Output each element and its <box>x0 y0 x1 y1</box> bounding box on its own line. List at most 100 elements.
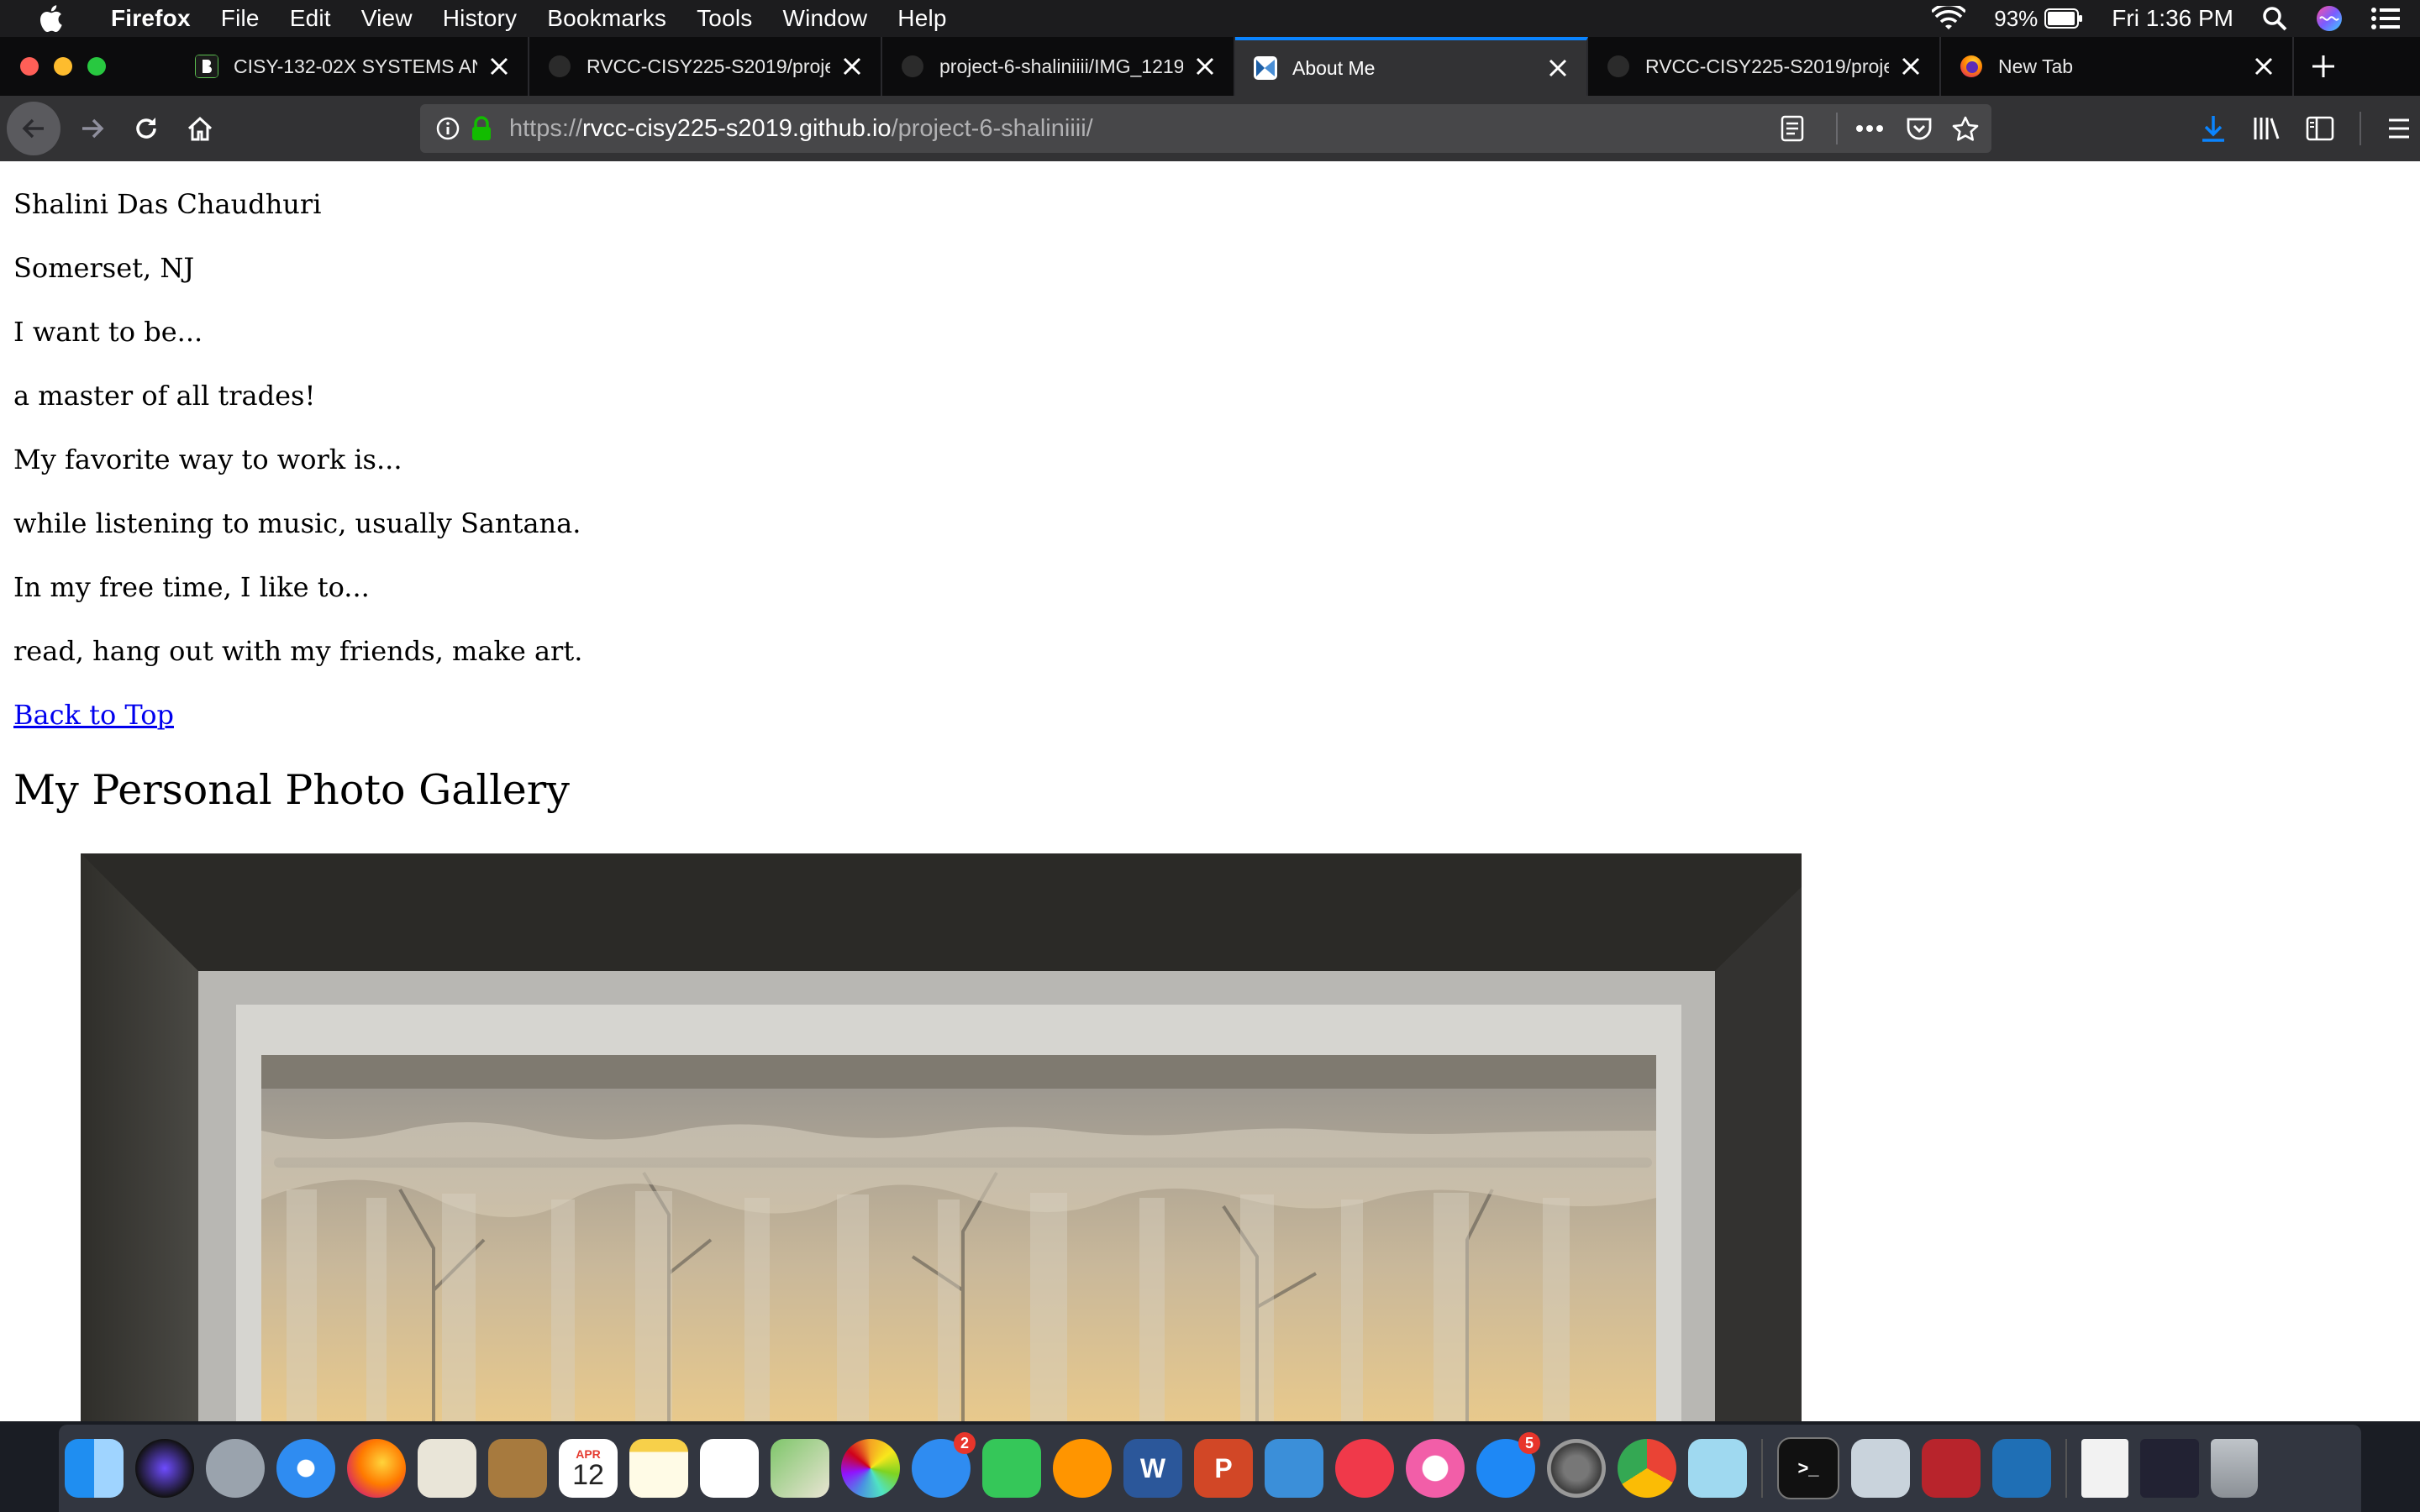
tab-project-6-image[interactable]: project-6-shaliniiii/IMG_1219 <box>882 37 1235 96</box>
siri-icon[interactable] <box>2316 5 2343 32</box>
close-window-button[interactable] <box>20 57 39 76</box>
tab-title: project-6-shaliniiii/IMG_1219 <box>939 55 1183 77</box>
finder-icon[interactable] <box>65 1439 124 1498</box>
downloads-icon[interactable] <box>2200 114 2227 143</box>
macos-dock: APR 12 2 W P 5 >_ <box>59 1425 2361 1512</box>
kindle-icon[interactable] <box>1688 1439 1747 1498</box>
hamburger-menu-icon[interactable] <box>2386 118 2412 139</box>
preview-icon[interactable] <box>418 1439 476 1498</box>
photos-icon[interactable] <box>841 1439 900 1498</box>
tab-rvcc-repo[interactable]: RVCC-CISY225-S2019/proje <box>529 37 882 96</box>
apple-logo-icon[interactable] <box>34 2 67 35</box>
screen-recording-icon[interactable] <box>2140 1439 2199 1498</box>
news-icon[interactable] <box>1335 1439 1394 1498</box>
close-tab-icon[interactable] <box>1548 58 1568 78</box>
app-store-icon[interactable]: 5 <box>1476 1432 1540 1498</box>
chrome-icon[interactable] <box>1618 1439 1676 1498</box>
launchpad-icon[interactable] <box>206 1439 265 1498</box>
notification-center-icon[interactable] <box>2371 7 2400 30</box>
home-button[interactable] <box>173 107 227 150</box>
minimize-window-button[interactable] <box>54 57 72 76</box>
battery-icon <box>2044 8 2083 29</box>
reload-button[interactable] <box>119 107 173 150</box>
facetime-icon[interactable] <box>982 1439 1041 1498</box>
library-icon[interactable] <box>2252 115 2281 142</box>
back-button[interactable] <box>7 102 60 155</box>
page-actions-icon[interactable] <box>1855 124 1884 133</box>
image-capture-icon[interactable] <box>1851 1439 1910 1498</box>
menu-view[interactable]: View <box>361 5 413 32</box>
back-to-top-link[interactable]: Back to Top <box>13 699 174 731</box>
reminders-icon[interactable] <box>700 1439 759 1498</box>
menu-file[interactable]: File <box>221 5 260 32</box>
keynote-icon[interactable] <box>1265 1439 1323 1498</box>
itunes-icon[interactable] <box>1406 1439 1465 1498</box>
close-tab-icon[interactable] <box>489 56 509 76</box>
menu-history[interactable]: History <box>443 5 518 32</box>
maps-icon[interactable] <box>771 1439 829 1498</box>
new-tab-button[interactable] <box>2294 37 2353 96</box>
url-scheme: https:// <box>509 114 583 142</box>
url-path: /project-6-shaliniiii/ <box>891 114 1093 142</box>
reader-view-icon[interactable] <box>1780 115 1805 142</box>
tab-title: RVCC-CISY225-S2019/proje <box>1645 55 1889 77</box>
bookmark-star-icon[interactable] <box>1951 115 1980 142</box>
safari-icon[interactable] <box>276 1439 335 1498</box>
notebook-icon[interactable] <box>488 1439 547 1498</box>
tab-cisy-132[interactable]: CISY-132-02X SYSTEMS AN <box>176 37 529 96</box>
arrow-right-icon <box>82 118 104 139</box>
menu-edit[interactable]: Edit <box>290 5 331 32</box>
tab-title: New Tab <box>1998 55 2074 77</box>
menu-clock[interactable]: Fri 1:36 PM <box>2112 5 2233 32</box>
secure-lock-icon[interactable] <box>471 116 492 141</box>
tab-title: About Me <box>1292 56 1376 79</box>
vscode-icon[interactable] <box>1992 1439 2051 1498</box>
site-info-icon[interactable] <box>435 116 460 141</box>
menu-tools[interactable]: Tools <box>697 5 752 32</box>
ibooks-icon[interactable] <box>1053 1439 1112 1498</box>
word-icon[interactable]: W <box>1123 1439 1182 1498</box>
menu-window[interactable]: Window <box>782 5 867 32</box>
menu-bookmarks[interactable]: Bookmarks <box>547 5 666 32</box>
siri-app-icon[interactable] <box>135 1439 194 1498</box>
window-controls <box>0 37 176 96</box>
notes-icon[interactable] <box>629 1439 688 1498</box>
terminal-icon[interactable]: >_ <box>1777 1437 1839 1499</box>
tab-new-tab[interactable]: New Tab <box>1941 37 2294 96</box>
gallery-photo-window <box>81 853 1802 1421</box>
tab-title: RVCC-CISY225-S2019/proje <box>587 55 830 77</box>
calendar-icon[interactable]: APR 12 <box>559 1439 618 1498</box>
spotlight-search-icon[interactable] <box>2262 6 2287 31</box>
battery-status[interactable]: 93% <box>1994 6 2083 32</box>
close-tab-icon[interactable] <box>1901 56 1921 76</box>
arrow-left-icon <box>22 118 44 139</box>
close-tab-icon[interactable] <box>2254 56 2274 76</box>
home-icon <box>187 116 213 141</box>
messages-icon[interactable]: 2 <box>912 1432 976 1498</box>
toolbar-divider <box>2360 112 2361 145</box>
zip-file-icon[interactable] <box>2081 1439 2128 1498</box>
url-bar[interactable]: https://rvcc-cisy225-s2019.github.io/pro… <box>420 104 1991 153</box>
dock-separator <box>2065 1439 2067 1498</box>
firefox-app-icon[interactable] <box>347 1439 406 1498</box>
close-tab-icon[interactable] <box>1195 56 1215 76</box>
pocket-icon[interactable] <box>1906 116 1933 141</box>
tab-strip: CISY-132-02X SYSTEMS AN RVCC-CISY225-S20… <box>0 37 2420 96</box>
blackboard-icon <box>195 55 218 78</box>
macos-menu-bar: Firefox File Edit View History Bookmarks… <box>0 0 2420 37</box>
photo-booth-icon[interactable] <box>1922 1439 1981 1498</box>
menu-help[interactable]: Help <box>897 5 946 32</box>
system-preferences-icon[interactable] <box>1547 1439 1606 1498</box>
tab-about-me[interactable]: About Me <box>1235 37 1588 96</box>
trash-icon[interactable] <box>2211 1439 2258 1498</box>
profile-location: Somerset, NJ <box>13 252 195 284</box>
tab-rvcc-repo-2[interactable]: RVCC-CISY225-S2019/proje <box>1588 37 1941 96</box>
forward-button[interactable] <box>66 107 119 150</box>
zoom-window-button[interactable] <box>87 57 106 76</box>
window-curtain-photo <box>81 853 1802 1421</box>
sidebar-toggle-icon[interactable] <box>2306 116 2334 141</box>
wifi-icon[interactable] <box>1932 6 1966 31</box>
close-tab-icon[interactable] <box>842 56 862 76</box>
menu-app-name[interactable]: Firefox <box>111 5 191 32</box>
powerpoint-icon[interactable]: P <box>1194 1439 1253 1498</box>
